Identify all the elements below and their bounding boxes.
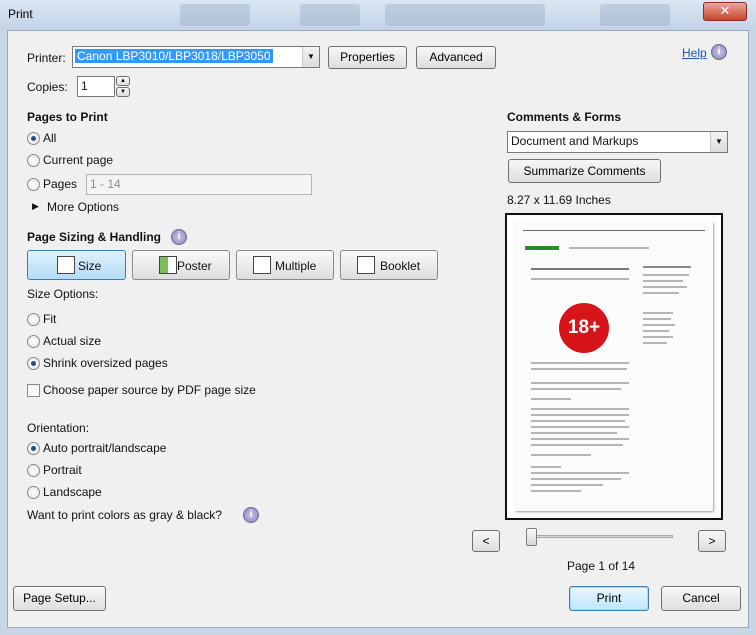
size-button[interactable]: Size	[27, 250, 126, 280]
page-setup-button[interactable]: Page Setup...	[13, 586, 106, 611]
pages-range-input[interactable]: 1 - 14	[86, 174, 312, 195]
page-preview: 18+	[505, 213, 723, 520]
copies-value: 1	[81, 79, 88, 93]
actual-size-radio[interactable]	[27, 335, 40, 348]
next-page-button[interactable]: >	[698, 530, 726, 552]
printer-value: Canon LBP3010/LBP3018/LBP3050	[75, 49, 273, 63]
help-info-icon[interactable]: i	[711, 44, 727, 60]
copies-label: Copies:	[27, 80, 68, 94]
pages-to-print-heading: Pages to Print	[27, 110, 108, 124]
close-window-button[interactable]: ✕	[703, 2, 747, 21]
actual-size-label[interactable]: Actual size	[43, 334, 101, 348]
pages-all-label[interactable]: All	[43, 131, 56, 145]
background-toolbar-ghost	[600, 4, 670, 26]
page-sizing-heading: Page Sizing & Handling	[27, 230, 162, 244]
paper-source-label[interactable]: Choose paper source by PDF page size	[43, 383, 256, 397]
print-button[interactable]: Print	[569, 586, 649, 611]
cancel-button[interactable]: Cancel	[661, 586, 741, 611]
help-link[interactable]: Help	[682, 46, 707, 60]
gray-print-question: Want to print colors as gray & black?	[27, 508, 222, 522]
previous-page-button[interactable]: <	[472, 530, 500, 552]
advanced-button[interactable]: Advanced	[416, 46, 496, 69]
chevron-down-icon: ▼	[710, 132, 727, 152]
landscape-label[interactable]: Landscape	[43, 485, 102, 499]
comments-forms-value: Document and Markups	[511, 134, 639, 148]
close-icon: ✕	[719, 3, 731, 18]
portrait-label[interactable]: Portrait	[43, 463, 82, 477]
poster-button[interactable]: Poster	[132, 250, 230, 280]
portrait-radio[interactable]	[27, 464, 40, 477]
background-toolbar-ghost	[180, 4, 250, 26]
fit-label[interactable]: Fit	[43, 312, 56, 326]
fit-radio[interactable]	[27, 313, 40, 326]
pages-current-label[interactable]: Current page	[43, 153, 113, 167]
expand-triangle-icon[interactable]: ▶	[32, 201, 39, 212]
orientation-label: Orientation:	[27, 421, 90, 435]
size-icon	[57, 256, 75, 274]
shrink-oversized-radio[interactable]	[27, 357, 40, 370]
chevron-down-icon: ▼	[302, 47, 319, 67]
chevron-right-icon: >	[708, 534, 716, 548]
shrink-oversized-label[interactable]: Shrink oversized pages	[43, 356, 168, 370]
properties-button[interactable]: Properties	[328, 46, 407, 69]
copies-increment-button[interactable]: ▲	[116, 76, 130, 86]
multiple-button[interactable]: Multiple	[236, 250, 334, 280]
gray-info-icon[interactable]: i	[243, 507, 259, 523]
background-toolbar-ghost	[300, 4, 360, 26]
summarize-comments-button[interactable]: Summarize Comments	[508, 159, 661, 183]
paper-source-checkbox[interactable]	[27, 384, 40, 397]
background-toolbar-ghost	[385, 4, 545, 26]
auto-orientation-label[interactable]: Auto portrait/landscape	[43, 441, 166, 455]
pages-all-radio[interactable]	[27, 132, 40, 145]
auto-orientation-radio[interactable]	[27, 442, 40, 455]
booklet-button[interactable]: Booklet	[340, 250, 438, 280]
comments-forms-heading: Comments & Forms	[507, 110, 622, 124]
age-badge: 18+	[559, 303, 609, 353]
sizing-info-icon[interactable]: i	[171, 229, 187, 245]
size-options-label: Size Options:	[27, 287, 99, 301]
pages-range-radio[interactable]	[27, 178, 40, 191]
poster-icon	[159, 256, 177, 274]
more-options-toggle[interactable]: More Options	[47, 200, 119, 214]
title-bar: Print ✕	[0, 0, 756, 30]
printer-label: Printer:	[27, 51, 66, 65]
pages-range-placeholder: 1 - 14	[90, 177, 121, 191]
pages-current-radio[interactable]	[27, 154, 40, 167]
printer-select[interactable]: Canon LBP3010/LBP3018/LBP3050 ▼	[72, 46, 320, 68]
booklet-icon	[357, 256, 375, 274]
pages-range-label[interactable]: Pages	[43, 177, 77, 191]
preview-page: 18+	[515, 222, 713, 511]
copies-decrement-button[interactable]: ▼	[116, 87, 130, 97]
window-title: Print	[8, 7, 33, 21]
landscape-radio[interactable]	[27, 486, 40, 499]
paper-size-label: 8.27 x 11.69 Inches	[507, 193, 611, 207]
page-slider-thumb[interactable]	[526, 528, 537, 546]
page-slider-track[interactable]	[527, 535, 673, 538]
page-indicator: Page 1 of 14	[567, 559, 636, 573]
copies-field[interactable]: 1	[77, 76, 115, 97]
comments-forms-select[interactable]: Document and Markups ▼	[507, 131, 728, 153]
multiple-pages-icon	[253, 256, 271, 274]
chevron-left-icon: <	[482, 534, 490, 548]
